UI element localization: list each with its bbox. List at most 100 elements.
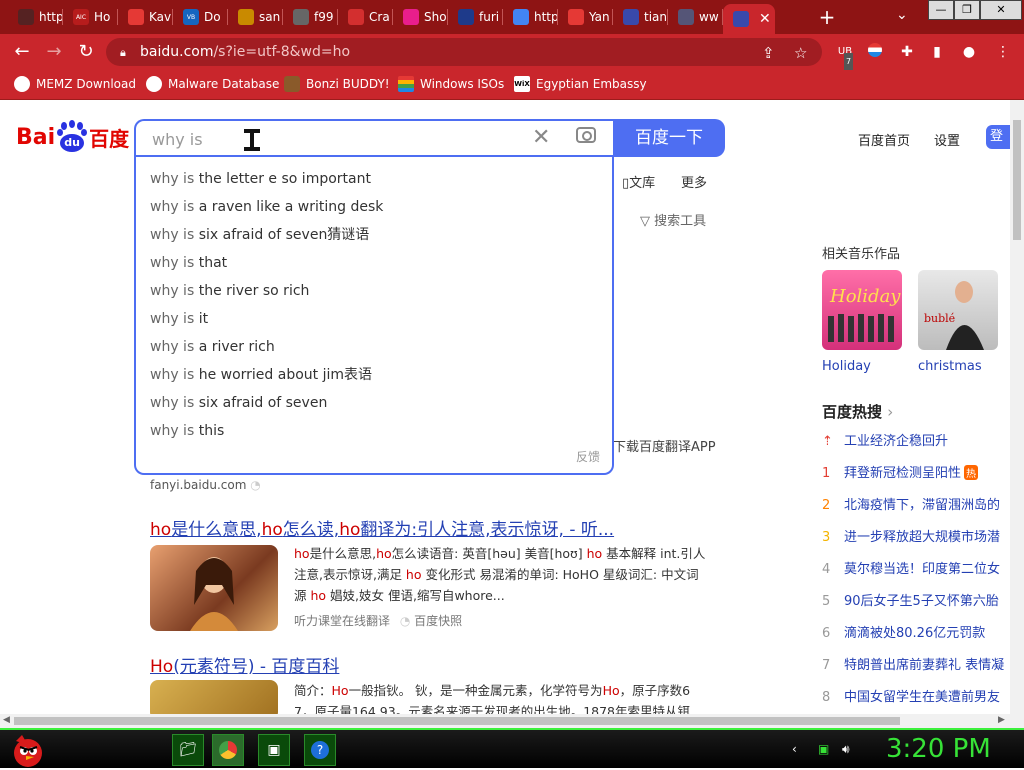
back-arrow-icon[interactable]: ← [12, 42, 32, 62]
profile-avatar-icon[interactable]: ● [960, 43, 978, 61]
result-1-thumbnail[interactable] [150, 545, 278, 631]
hot-search-item[interactable]: 6 滴滴被处80.26亿元罚款 [822, 622, 985, 641]
search-button[interactable]: 百度一下 [613, 119, 725, 157]
network-icon[interactable]: ▣ [818, 742, 829, 756]
tab-label: furi [479, 10, 500, 24]
browser-tab[interactable]: VB Do [173, 4, 228, 30]
browser-tab[interactable]: ✕ [723, 4, 775, 34]
browser-tab[interactable]: Cra [338, 4, 393, 30]
hot-title: 滴滴被处80.26亿元罚款 [844, 626, 986, 641]
help-taskbar-icon[interactable]: ? [304, 734, 336, 766]
volume-icon[interactable]: 🔊︎ [842, 742, 850, 757]
album-holiday-label[interactable]: Holiday [822, 359, 871, 374]
tab-search-chevron-icon[interactable]: ⌄ [896, 7, 908, 23]
browser-tab[interactable]: AIC Ho [63, 4, 118, 30]
settings-link[interactable]: 设置 [934, 130, 960, 149]
suggestion-item[interactable]: why is the river so rich [150, 277, 309, 305]
hot-search-item[interactable]: 8 中国女留学生在美遭前男友 [822, 686, 1000, 705]
media-taskbar-icon[interactable]: ▣ [258, 734, 290, 766]
ublock-extension-icon[interactable]: UB 7 [836, 43, 854, 71]
clear-icon[interactable]: ✕ [532, 125, 550, 150]
vertical-scrollbar[interactable] [1010, 100, 1024, 714]
bookmark-malware-database[interactable]: Malware Database [146, 76, 279, 92]
suggestion-item[interactable]: why is six afraid of seven猜谜语 [150, 221, 369, 249]
hot-search-item[interactable]: 4 莫尔穆当选！印度第二位女 [822, 558, 1000, 577]
vertical-scroll-thumb[interactable] [1013, 120, 1021, 240]
chrome-taskbar-icon[interactable] [212, 734, 244, 766]
browser-tab[interactable]: Yan [558, 4, 613, 30]
bookmark-star-icon[interactable]: ☆ [794, 44, 807, 62]
file-explorer-taskbar-icon[interactable]: 📁︎ [172, 734, 204, 766]
login-button[interactable]: 登 [986, 125, 1010, 149]
hot-search-item[interactable]: 2 北海疫情下，滞留涠洲岛的 [822, 494, 1000, 513]
suggestion-item[interactable]: why is he worried about jim表语 [150, 361, 372, 389]
result-1-source[interactable]: 听力课堂在线翻译 ◔ 百度快照 [294, 612, 462, 629]
browser-tab[interactable]: san [228, 4, 283, 30]
hot-search-item[interactable]: ⇡ 工业经济企稳回升 [822, 430, 948, 449]
search-tools-button[interactable]: ▽ 搜索工具 [640, 210, 706, 229]
bookmark-windows-isos[interactable]: Windows ISOs [398, 76, 504, 92]
bookmark-bonzi-buddy[interactable]: Bonzi BUDDY! [284, 76, 390, 92]
suggestion-item[interactable]: why is a raven like a writing desk [150, 193, 383, 221]
browser-tab[interactable]: http [503, 4, 558, 30]
hot-search-item[interactable]: 3 进一步释放超大规模市场潜 [822, 526, 1000, 545]
horizontal-scrollbar[interactable]: ◀ ▶ [0, 714, 1024, 728]
result-2-thumbnail[interactable] [150, 680, 278, 714]
browser-tab[interactable]: http [8, 4, 63, 30]
forward-arrow-icon[interactable]: → [44, 42, 64, 62]
restore-button[interactable]: ❐ [954, 0, 980, 20]
taskbar-clock[interactable]: 3:20 PM [886, 734, 991, 764]
reload-icon[interactable]: ↻ [76, 42, 96, 62]
suggestion-item[interactable]: why is the letter e so important [150, 165, 371, 193]
url-text[interactable]: baidu.com/s?ie=utf-8&wd=ho [140, 44, 350, 60]
browser-tab[interactable]: furi [448, 4, 503, 30]
scroll-left-arrow-icon[interactable]: ◀ [3, 715, 10, 725]
menu-dots-icon[interactable]: ⋮ [994, 43, 1012, 61]
close-tab-icon[interactable]: ✕ [759, 11, 771, 27]
suggestion-item[interactable]: why is that [150, 249, 227, 277]
browser-tab[interactable]: f99 [283, 4, 338, 30]
baidu-logo[interactable]: Bai du 百度 [16, 120, 129, 152]
suggestion-item[interactable]: why is this [150, 417, 224, 445]
horizontal-scroll-thumb[interactable] [14, 717, 900, 725]
tray-expand-icon[interactable]: ‹ [792, 742, 797, 756]
angry-bird-start-icon[interactable] [8, 731, 48, 769]
snapshot-link[interactable]: 百度快照 [414, 614, 462, 628]
suggestion-item[interactable]: why is a river rich [150, 333, 275, 361]
bookmark-egyptian-embassy[interactable]: WiX Egyptian Embassy [514, 76, 647, 92]
close-window-button[interactable]: ✕ [980, 0, 1022, 20]
camera-icon[interactable] [576, 127, 596, 143]
browser-tab[interactable]: Sho [393, 4, 448, 30]
album-holiday-cover[interactable]: Holiday [822, 270, 902, 350]
hot-search-heading[interactable]: 百度热搜 › [822, 401, 893, 422]
hot-search-item[interactable]: 1 拜登新冠检测呈阳性热 [822, 462, 979, 481]
bookmark-memz[interactable]: MEMZ Download [14, 76, 136, 92]
download-fanyi-app-link[interactable]: 下载百度翻译APP [613, 436, 716, 455]
extensions-puzzle-icon[interactable]: ✚ [898, 43, 916, 61]
browser-tab[interactable]: ww [668, 4, 723, 30]
minimize-button[interactable]: — [928, 0, 954, 20]
search-input[interactable] [150, 129, 530, 150]
extension-flag-icon[interactable] [866, 43, 884, 61]
hot-rank: 8 [822, 690, 831, 705]
scroll-right-arrow-icon[interactable]: ▶ [998, 715, 1005, 725]
fanyi-source-url[interactable]: fanyi.baidu.com ◔ [150, 478, 261, 492]
browser-tab[interactable]: tian [613, 4, 668, 30]
tab-more[interactable]: 更多 [681, 172, 707, 191]
share-icon[interactable]: ⇪ [762, 44, 775, 62]
result-1-title[interactable]: ho是什么意思,ho怎么读,ho翻译为:引人注意,表示惊讶, - 听... [150, 515, 614, 540]
tab-wenku[interactable]: ▯文库 [622, 172, 655, 191]
address-bar[interactable]: 🔒︎ baidu.com/s?ie=utf-8&wd=ho ⇪ ☆ [106, 38, 822, 66]
hot-search-item[interactable]: 5 90后女子生5子又怀第六胎 [822, 590, 999, 609]
side-panel-icon[interactable]: ▮ [928, 43, 946, 61]
feedback-link[interactable]: 反馈 [576, 448, 600, 465]
album-christmas-label[interactable]: christmas [918, 359, 982, 374]
baidu-home-link[interactable]: 百度首页 [858, 130, 910, 149]
new-tab-button[interactable]: + [816, 6, 838, 28]
suggestion-item[interactable]: why is six afraid of seven [150, 389, 327, 417]
browser-tab[interactable]: Kav [118, 4, 173, 30]
suggestion-item[interactable]: why is it [150, 305, 208, 333]
album-christmas-cover[interactable]: bublé [918, 270, 998, 350]
hot-search-item[interactable]: 7 特朗普出席前妻葬礼 表情凝 [822, 654, 1004, 673]
result-2-title[interactable]: Ho(元素符号) - 百度百科 [150, 652, 339, 677]
